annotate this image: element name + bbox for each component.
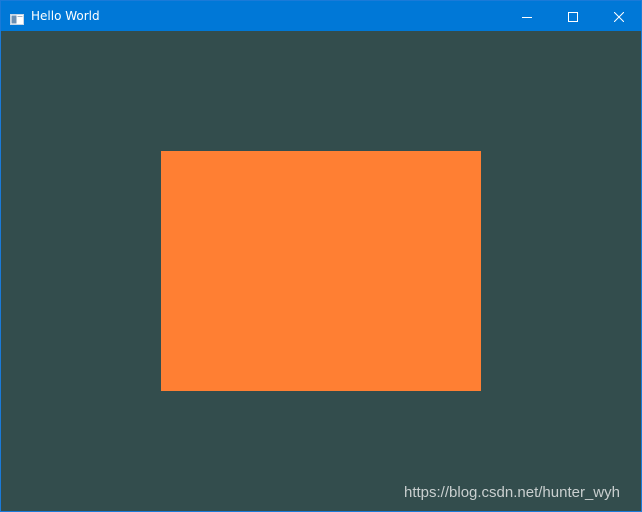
watermark-url: https://blog.csdn.net/hunter_wyh [404,484,620,501]
minimize-icon [522,7,532,26]
app-window: Hello World [0,0,642,512]
app-window-icon [10,10,24,25]
close-icon [613,7,625,26]
orange-rectangle [161,151,481,391]
close-button[interactable] [596,1,642,31]
maximize-icon [568,7,578,26]
render-canvas[interactable] [1,31,641,511]
minimize-button[interactable] [504,1,550,31]
maximize-button[interactable] [550,1,596,31]
window-title: Hello World [31,9,100,23]
title-bar[interactable]: Hello World [1,1,641,31]
